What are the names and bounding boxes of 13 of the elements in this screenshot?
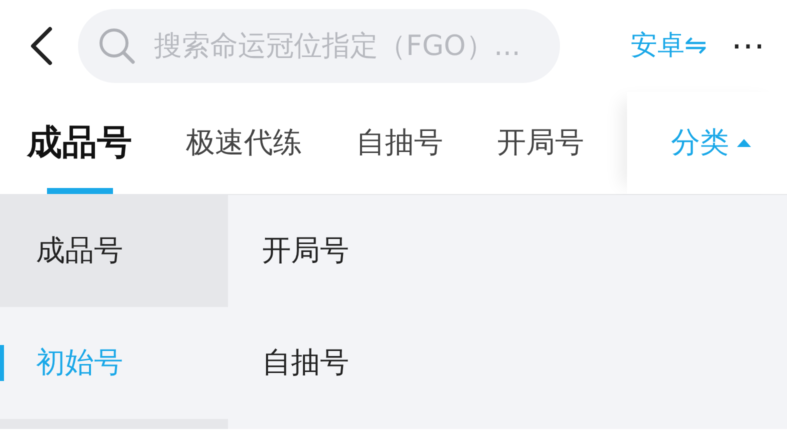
tab[interactable]: 自抽号	[329, 92, 470, 194]
category-item[interactable]: 自抽号	[262, 341, 349, 385]
more-button[interactable]: ⋯	[731, 29, 765, 63]
back-icon[interactable]	[28, 26, 54, 66]
category-item[interactable]: 开局号	[262, 229, 349, 273]
tab[interactable]: 成品号	[0, 92, 159, 194]
tab[interactable]: 极速代练	[159, 92, 329, 194]
caret-icon	[737, 139, 751, 147]
tab[interactable]: 开局号	[470, 92, 611, 194]
search-input[interactable]: 搜索命运冠位指定（FGO）...	[152, 24, 540, 68]
sidebar-item[interactable]: 成品号	[0, 195, 228, 307]
search-icon	[98, 27, 136, 65]
search-field[interactable]: 搜索命运冠位指定（FGO）...	[78, 9, 560, 83]
